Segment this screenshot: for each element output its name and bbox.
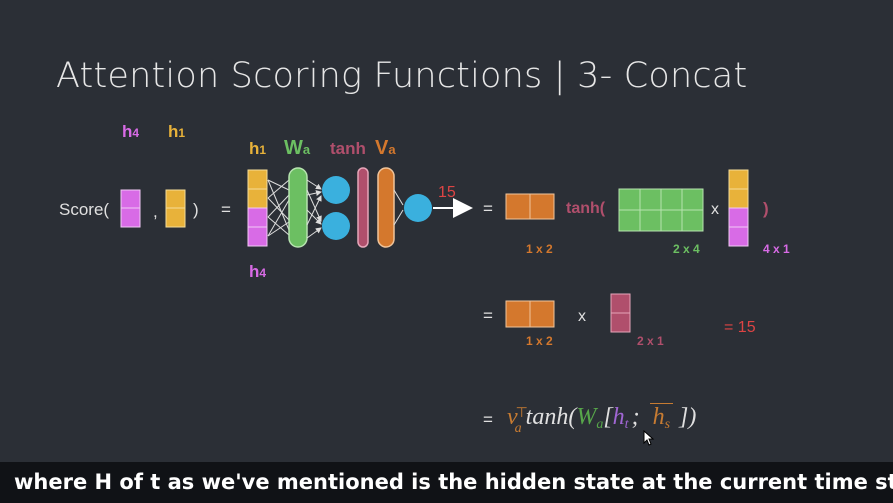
- score-input-h1: [165, 189, 186, 228]
- output-connections: [393, 189, 404, 226]
- va-layer: [377, 167, 395, 248]
- tanh-layer: [357, 167, 369, 248]
- diagram-shapes: [120, 167, 749, 333]
- hidden-connections: [306, 179, 322, 239]
- input-connections: [267, 179, 290, 237]
- hidden-unit-2: [322, 212, 350, 240]
- score-input-h4: [120, 189, 141, 228]
- wa-layer: [288, 167, 308, 248]
- row2-va-matrix: [505, 300, 555, 328]
- caption-text: where H of t as we've mentioned is the h…: [14, 470, 893, 494]
- mouse-cursor-icon: [643, 430, 655, 446]
- hidden-unit-1: [322, 176, 350, 204]
- row1-va-matrix: [505, 193, 555, 220]
- output-unit: [404, 194, 432, 222]
- stacked-input-vector: [247, 169, 268, 247]
- row1-wa-matrix: [618, 188, 704, 232]
- row1-input-vector: [728, 169, 749, 247]
- row2-tanh-vector: [610, 293, 631, 333]
- slide: Attention Scoring Functions | 3- Concat …: [0, 0, 893, 503]
